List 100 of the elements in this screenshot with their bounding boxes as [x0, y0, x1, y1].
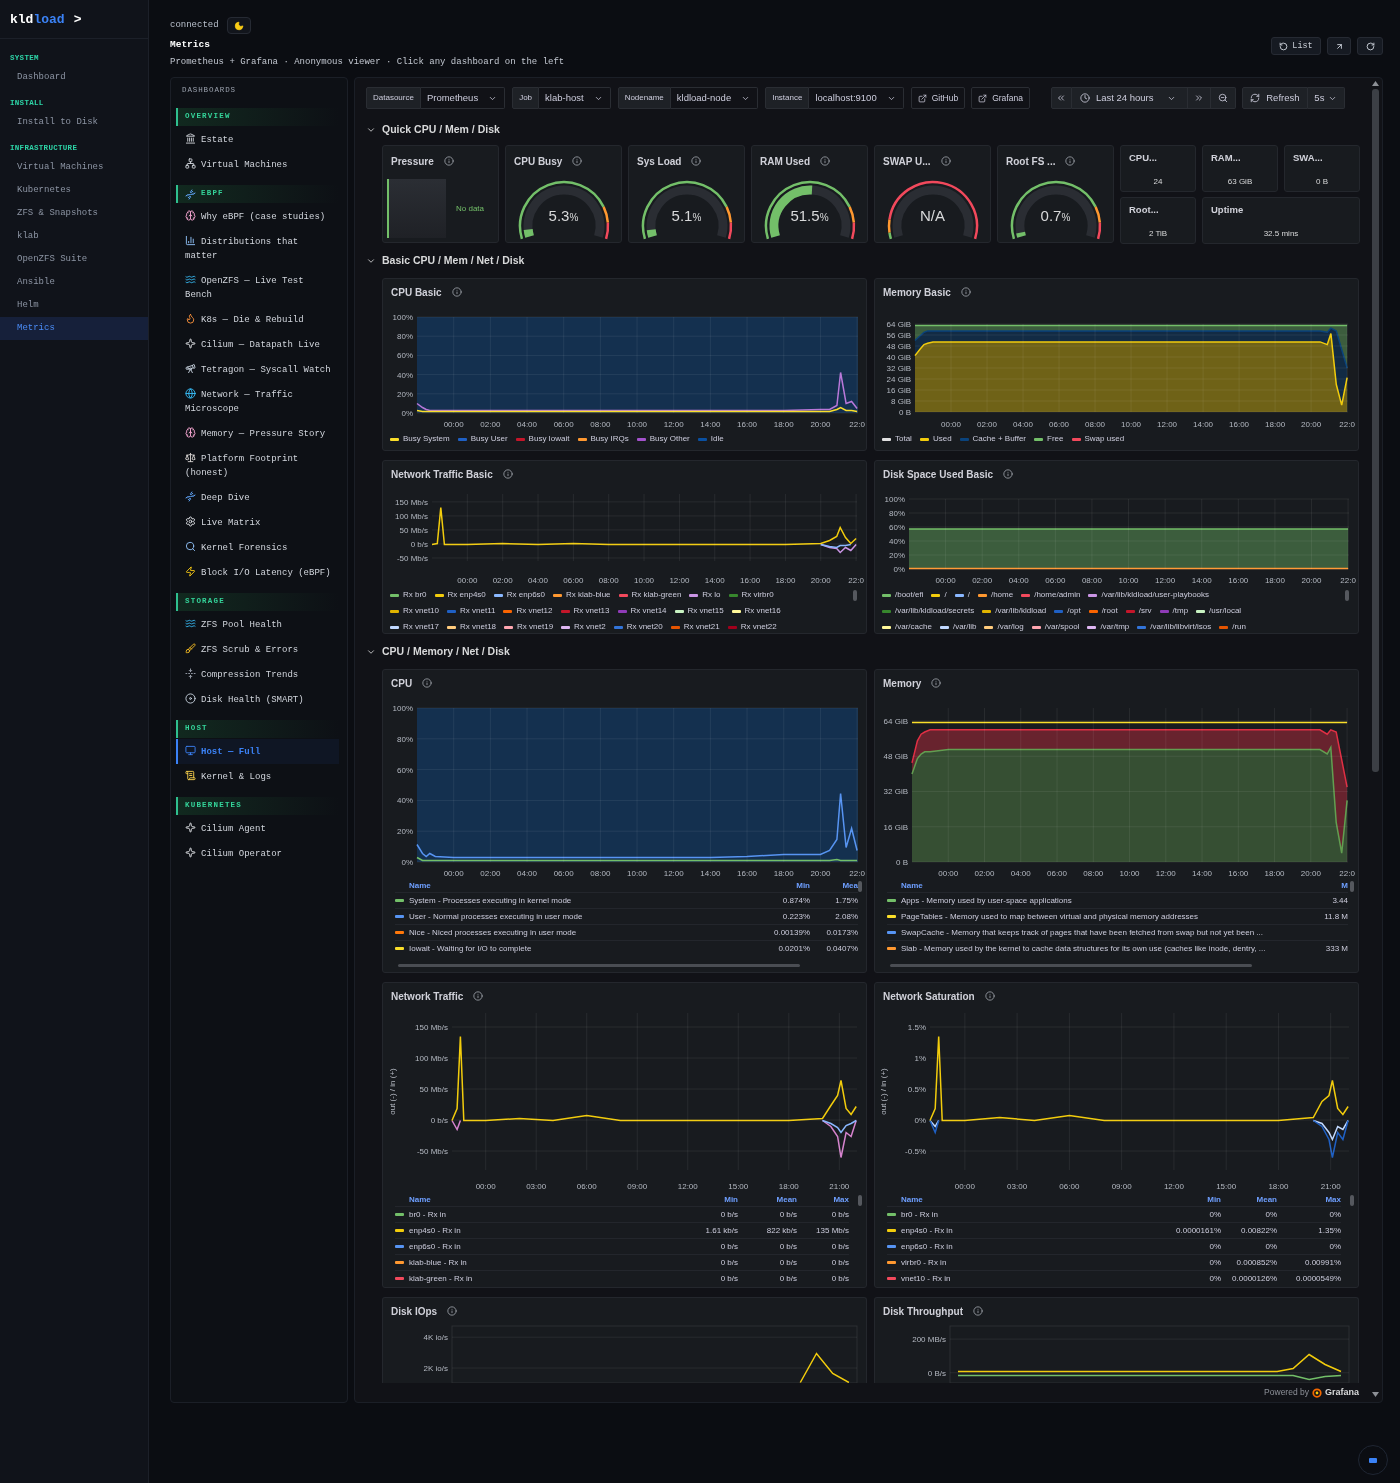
legend-item[interactable]: Rx vnet11: [447, 605, 496, 617]
dashboard-link[interactable]: Virtual Machines: [176, 152, 339, 177]
dashboard-link[interactable]: Kernel Forensics: [176, 535, 339, 560]
column-header[interactable]: Min: [1151, 1194, 1221, 1206]
dashboard-link[interactable]: Host — Full: [176, 739, 339, 764]
theme-toggle-button[interactable]: [226, 17, 251, 34]
nav-item[interactable]: Install to Disk: [0, 111, 148, 134]
legend-item[interactable]: Cache + Buffer: [959, 433, 1027, 445]
scrollbar-thumb[interactable]: [858, 1195, 862, 1206]
info-icon[interactable]: [422, 678, 433, 688]
info-icon[interactable]: [820, 156, 830, 166]
legend-item[interactable]: Rx lo: [689, 589, 721, 601]
dashboard-link[interactable]: Compression Trends: [176, 662, 339, 687]
dashboard-link[interactable]: Tetragon — Syscall Watch: [176, 357, 339, 382]
legend-item[interactable]: /var/lib/kldload/secrets: [882, 605, 975, 617]
nav-item[interactable]: klab: [0, 225, 148, 248]
variable-select[interactable]: Prometheus: [420, 87, 506, 109]
dashboard-link[interactable]: Cilium Operator: [176, 841, 339, 866]
scrollbar-thumb[interactable]: [858, 881, 862, 892]
scrollbar-thumb[interactable]: [1372, 89, 1379, 772]
info-icon[interactable]: [940, 156, 951, 166]
dashboard-link[interactable]: Deep Dive: [176, 485, 339, 510]
legend-item[interactable]: /var/tmp: [1087, 621, 1130, 633]
legend-item[interactable]: Rx vnet22: [727, 621, 777, 633]
variable-select[interactable]: localhost:9100: [809, 87, 904, 109]
legend-item[interactable]: Rx vnet14: [617, 605, 667, 617]
info-icon[interactable]: [473, 991, 484, 1001]
legend-item[interactable]: /home/admin: [1021, 589, 1081, 601]
scroll-up-icon[interactable]: [1372, 81, 1379, 86]
scrollbar-thumb[interactable]: [1350, 881, 1354, 892]
legend-item[interactable]: Free: [1034, 433, 1064, 445]
time-shift-back-button[interactable]: [1050, 87, 1072, 109]
legend-item[interactable]: Rx vnet20: [613, 621, 663, 633]
legend-item[interactable]: Rx br0: [390, 589, 427, 601]
legend-item[interactable]: Busy Other: [636, 433, 690, 445]
info-icon[interactable]: [502, 469, 513, 479]
dashboard-link[interactable]: Why eBPF (case studies): [176, 204, 339, 229]
zoom-out-button[interactable]: [1210, 87, 1236, 109]
section-header[interactable]: CPU / Memory / Net / Disk: [366, 642, 510, 662]
info-icon[interactable]: [447, 1306, 458, 1316]
legend-item[interactable]: /root: [1088, 605, 1118, 617]
info-icon[interactable]: [973, 1306, 983, 1316]
info-icon[interactable]: [572, 156, 583, 166]
legend-item[interactable]: Rx vnet12: [503, 605, 553, 617]
nav-item[interactable]: Dashboard: [0, 66, 148, 89]
legend-item[interactable]: Rx vnet18: [447, 621, 497, 633]
legend-item[interactable]: Total: [882, 433, 912, 445]
legend-item[interactable]: Rx vnet15: [674, 605, 724, 617]
scrollbar-thumb[interactable]: [853, 590, 857, 601]
scrollbar-thumb[interactable]: [1350, 1195, 1354, 1206]
nav-item[interactable]: Kubernetes: [0, 179, 148, 202]
floating-button[interactable]: [1358, 1445, 1388, 1475]
reload-button[interactable]: [1357, 37, 1383, 55]
scrollbar-thumb[interactable]: [890, 964, 1252, 967]
legend-item[interactable]: /tmp: [1159, 605, 1189, 617]
legend-item[interactable]: Rx vnet10: [390, 605, 440, 617]
nav-item[interactable]: OpenZFS Suite: [0, 248, 148, 271]
column-header[interactable]: Name: [409, 880, 750, 892]
legend-item[interactable]: /home: [977, 589, 1014, 601]
dashboard-link[interactable]: K8s — Die & Rebuild: [176, 307, 339, 332]
legend-item[interactable]: /var/lib/kldload/user-playbooks: [1088, 589, 1210, 601]
legend-item[interactable]: /boot/efi: [882, 589, 924, 601]
legend-item[interactable]: Rx vnet13: [560, 605, 610, 617]
legend-item[interactable]: Rx vnet21: [670, 621, 720, 633]
dashboard-link[interactable]: Kernel & Logs: [176, 764, 339, 789]
dashboard-link[interactable]: Network — Traffic Microscope: [176, 382, 339, 421]
refresh-interval-select[interactable]: 5s: [1307, 87, 1345, 109]
legend-item[interactable]: Swap used: [1071, 433, 1125, 445]
nav-item[interactable]: Virtual Machines: [0, 156, 148, 179]
legend-item[interactable]: /: [954, 589, 970, 601]
dashboard-link[interactable]: Block I/O Latency (eBPF): [176, 560, 339, 585]
section-header[interactable]: Basic CPU / Mem / Net / Disk: [366, 251, 525, 271]
legend-item[interactable]: Rx klab-green: [618, 589, 682, 601]
info-icon[interactable]: [931, 678, 942, 688]
info-icon[interactable]: [443, 156, 454, 166]
legend-item[interactable]: /run: [1219, 621, 1246, 633]
legend-item[interactable]: /var/lib: [939, 621, 977, 633]
variable-select[interactable]: klab-host: [539, 87, 611, 109]
column-header[interactable]: Mean: [1221, 1194, 1277, 1206]
legend-item[interactable]: Rx enp4s0: [434, 589, 486, 601]
refresh-button[interactable]: Refresh: [1241, 87, 1308, 109]
legend-item[interactable]: /var/lib/libvirt/isos: [1137, 621, 1212, 633]
app-logo[interactable]: kldload: [10, 12, 65, 26]
legend-item[interactable]: Busy System: [390, 433, 450, 445]
legend-item[interactable]: Rx enp6s0: [493, 589, 546, 601]
legend-item[interactable]: Used: [919, 433, 952, 445]
section-header[interactable]: Quick CPU / Mem / Disk: [366, 120, 500, 140]
dashboard-link[interactable]: ZFS Scrub & Errors: [176, 637, 339, 662]
legend-item[interactable]: /srv: [1125, 605, 1152, 617]
legend-item[interactable]: Busy IRQs: [577, 433, 629, 445]
nav-item[interactable]: Ansible: [0, 271, 148, 294]
legend-item[interactable]: /var/cache: [882, 621, 932, 633]
dashboard-link[interactable]: Cilium Agent: [176, 816, 339, 841]
time-range-picker[interactable]: Last 24 hours: [1071, 87, 1188, 109]
list-button[interactable]: List: [1271, 37, 1321, 55]
dashboard-link[interactable]: Estate: [176, 127, 339, 152]
variable-select[interactable]: kldload-node: [670, 87, 759, 109]
link-button[interactable]: Grafana: [971, 87, 1030, 109]
legend-item[interactable]: /: [931, 589, 947, 601]
column-header[interactable]: Max: [1277, 1194, 1341, 1206]
